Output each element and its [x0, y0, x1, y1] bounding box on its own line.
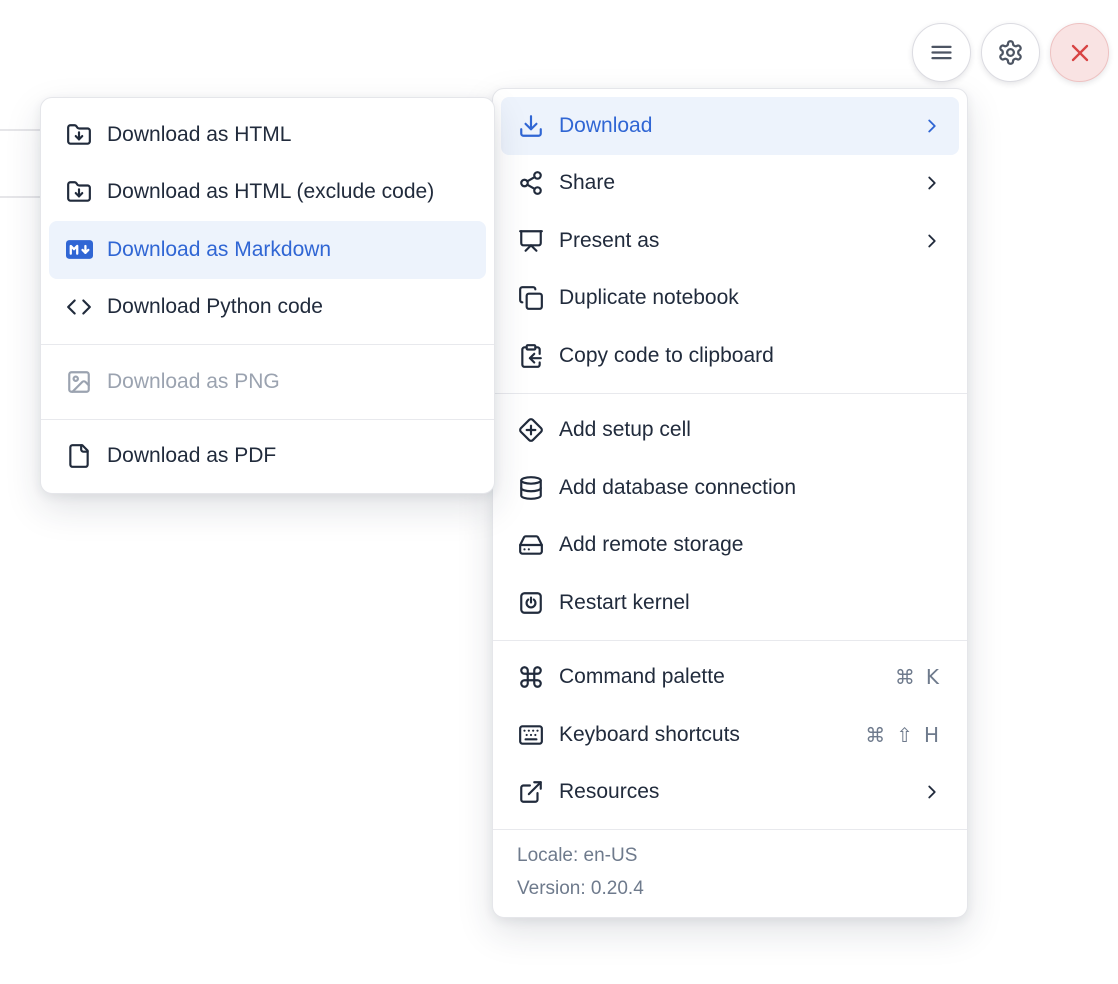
menu-item-add-database-connection[interactable]: Add database connection [493, 459, 967, 517]
menu-item-label: Present as [559, 229, 907, 253]
shortcut-hint: ⌘ ⇧ H [865, 723, 939, 747]
notebook-actions-menu: Download Share Present as Duplicate noteboo… [492, 88, 968, 918]
folder-down-icon [65, 178, 93, 206]
download-submenu: Download as HTML Download as HTML (exclud… [40, 97, 495, 494]
menu-item-label: Download as PNG [107, 370, 466, 394]
menu-item-download[interactable]: Download [501, 97, 959, 155]
close-icon [1066, 39, 1094, 67]
background-rule [0, 129, 41, 131]
gear-icon [997, 39, 1024, 66]
menu-item-download-as-pdf[interactable]: Download as PDF [41, 428, 494, 486]
markdown-icon [65, 236, 93, 264]
shortcut-key: H [924, 723, 939, 747]
clipboard-copy-icon [517, 342, 545, 370]
menu-section: Download as HTML Download as HTML (exclud… [41, 98, 494, 344]
menu-item-download-as-png: Download as PNG [41, 353, 494, 411]
chevron-right-icon [921, 781, 943, 803]
menu-item-copy-code-to-clipboard[interactable]: Copy code to clipboard [493, 327, 967, 385]
share-icon [517, 169, 545, 197]
hamburger-icon [928, 39, 955, 66]
menu-item-label: Keyboard shortcuts [559, 723, 851, 747]
menu-item-label: Add remote storage [559, 533, 939, 557]
menu-sections: Download as HTML Download as HTML (exclud… [41, 98, 494, 493]
menu-item-resources[interactable]: Resources [493, 764, 967, 822]
menu-item-download-as-html-exclude-code[interactable]: Download as HTML (exclude code) [41, 164, 494, 222]
menu-item-label: Add database connection [559, 476, 939, 500]
menu-section: Download Share Present as Duplicate noteboo… [493, 89, 967, 393]
menu-item-label: Restart kernel [559, 591, 939, 615]
menu-item-restart-kernel[interactable]: Restart kernel [493, 574, 967, 632]
menu-item-duplicate-notebook[interactable]: Duplicate notebook [493, 270, 967, 328]
menu-item-label: Add setup cell [559, 418, 939, 442]
menu-section: Add setup cell Add database connection Add… [493, 394, 967, 640]
menu-item-label: Resources [559, 780, 907, 804]
menu-section: Download as PDF [41, 420, 494, 494]
external-link-icon [517, 778, 545, 806]
shutdown-button[interactable] [1050, 23, 1109, 82]
menu-item-label: Duplicate notebook [559, 286, 939, 310]
file-icon [65, 442, 93, 470]
menu-item-label: Download as PDF [107, 444, 466, 468]
shortcut-key: ⇧ [896, 723, 913, 747]
shortcut-key: ⌘ [895, 665, 915, 689]
presentation-icon [517, 227, 545, 255]
download-icon [517, 112, 545, 140]
menu-item-download-as-html[interactable]: Download as HTML [41, 106, 494, 164]
menu-item-label: Download as HTML (exclude code) [107, 180, 466, 204]
menu-item-label: Command palette [559, 665, 881, 689]
menu-item-label: Download Python code [107, 295, 466, 319]
menu-item-label: Download as Markdown [107, 238, 466, 262]
menu-item-label: Download [559, 114, 907, 138]
diamond-plus-icon [517, 416, 545, 444]
menu-section: Download as PNG [41, 345, 494, 419]
menu-item-present-as[interactable]: Present as [493, 212, 967, 270]
chevron-right-icon [921, 172, 943, 194]
chevron-right-icon [921, 115, 943, 137]
locale-text: Locale: en-US [517, 839, 943, 872]
image-icon [65, 368, 93, 396]
shortcut-hint: ⌘K [895, 665, 939, 689]
duplicate-icon [517, 284, 545, 312]
menu-item-label: Copy code to clipboard [559, 344, 939, 368]
menu-item-keyboard-shortcuts[interactable]: Keyboard shortcuts ⌘ ⇧ H [493, 706, 967, 764]
top-toolbar [912, 23, 1109, 82]
square-power-icon [517, 589, 545, 617]
menu-item-download-python-code[interactable]: Download Python code [41, 279, 494, 337]
version-text: Version: 0.20.4 [517, 872, 943, 905]
menu-item-share[interactable]: Share [493, 155, 967, 213]
settings-button[interactable] [981, 23, 1040, 82]
database-icon [517, 474, 545, 502]
menu-item-add-setup-cell[interactable]: Add setup cell [493, 402, 967, 460]
menu-item-download-as-markdown[interactable]: Download as Markdown [49, 221, 486, 279]
menu-section: Command palette⌘KKeyboard shortcuts⌘⇧HRe… [493, 641, 967, 830]
menu-footer: Locale: en-US Version: 0.20.4 [493, 830, 967, 917]
hard-drive-icon [517, 531, 545, 559]
keyboard-icon [517, 721, 545, 749]
background-rule [0, 196, 41, 198]
command-icon [517, 663, 545, 691]
chevron-right-icon [921, 230, 943, 252]
shortcut-key: ⌘ [865, 723, 885, 747]
notebook-actions-button[interactable] [912, 23, 971, 82]
code-icon [65, 293, 93, 321]
menu-item-label: Share [559, 171, 907, 195]
shortcut-key: K [926, 665, 939, 689]
menu-item-add-remote-storage[interactable]: Add remote storage [493, 517, 967, 575]
folder-down-icon [65, 121, 93, 149]
menu-item-command-palette[interactable]: Command palette⌘K [493, 649, 967, 707]
menu-sections: Download Share Present as Duplicate noteboo… [493, 89, 967, 829]
menu-item-label: Download as HTML [107, 123, 466, 147]
